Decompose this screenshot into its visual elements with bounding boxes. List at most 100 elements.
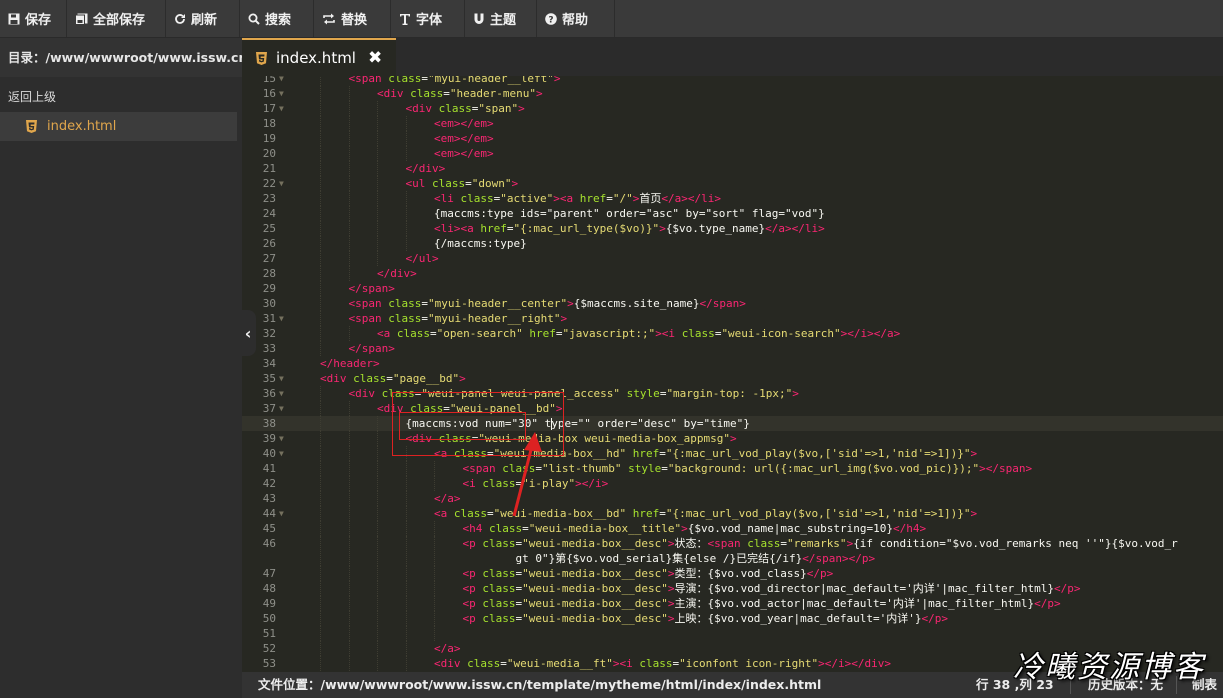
replace-button[interactable]: 替换 <box>314 0 391 37</box>
fold-arrow-icon[interactable]: ▼ <box>279 86 284 101</box>
file-item-index-html[interactable]: index.html <box>0 112 237 141</box>
code-line[interactable]: 32 <a class="open-search" href="javascrip… <box>242 326 1223 341</box>
code-line[interactable]: 49 <p class="weui-media-box__desc">主演：{$v… <box>242 596 1223 611</box>
code-line[interactable]: 29 </span> <box>242 281 1223 296</box>
indent-guide <box>405 596 408 611</box>
code-line[interactable]: 51 <box>242 626 1223 641</box>
code-line[interactable]: 25 <li><a href="{:mac_url_type($vo)}">{$v… <box>242 221 1223 236</box>
toolbar-button-label: 全部保存 <box>93 13 146 28</box>
code-line[interactable]: 24 {maccms:type ids="parent" order="asc" … <box>242 206 1223 221</box>
line-number: 46 <box>262 537 276 550</box>
code-token: gt 0"}第{$vo.vod_serial}集{else /}已完结{/if} <box>515 552 803 565</box>
indent-guide <box>348 161 351 176</box>
indent-guide <box>348 206 351 221</box>
save-all-button[interactable]: 全部保存 <box>67 0 166 37</box>
code-line[interactable]: 41 <span class="list-thumb" style="backgr… <box>242 461 1223 476</box>
refresh-button[interactable]: 刷新 <box>166 0 240 37</box>
code-line[interactable]: 47 <p class="weui-media-box__desc">类型：{$v… <box>242 566 1223 581</box>
code-line[interactable]: 34 </header> <box>242 356 1223 371</box>
code-line[interactable]: 22 ▼ <ul class="down"> <box>242 176 1223 191</box>
code-line[interactable]: 27 </ul> <box>242 251 1223 266</box>
code-line[interactable]: 40 ▼ <a class="weui-media-box__hd" href="{… <box>242 446 1223 461</box>
fold-arrow-icon[interactable]: ▼ <box>279 446 284 461</box>
fold-arrow-icon[interactable]: ▼ <box>279 101 284 116</box>
code-line[interactable]: 31 ▼ <span class="myui-header__right"> <box>242 311 1223 326</box>
code-line[interactable]: 39 ▼ <div class="weui-media-box weui-media… <box>242 431 1223 446</box>
code-token: {$maccms.site_name} <box>573 297 700 310</box>
code-line[interactable]: 21 </div> <box>242 161 1223 176</box>
fold-arrow-icon[interactable]: ▼ <box>279 371 284 386</box>
code-line[interactable]: 37 ▼ <div class="weui-panel__bd"> <box>242 401 1223 416</box>
code-token: </span></p> <box>802 552 876 565</box>
indent-guide <box>405 536 408 566</box>
code-token: "header-menu" <box>449 87 536 100</box>
indent-guide <box>405 611 408 626</box>
code-line[interactable]: 33 </span> <box>242 341 1223 356</box>
code-text: <em></em> <box>434 116 494 131</box>
indent-guide <box>434 536 436 566</box>
theme-button[interactable]: 主题 <box>465 0 537 37</box>
fold-arrow-icon[interactable]: ▼ <box>279 386 284 401</box>
fold-arrow-icon[interactable]: ▼ <box>279 506 284 521</box>
indent-guide <box>348 656 351 671</box>
font-icon <box>399 13 416 25</box>
code-token: 首页 <box>639 192 662 205</box>
code-line[interactable]: 20 <em></em> <box>242 146 1223 161</box>
line-number: 49 <box>262 597 276 610</box>
code-line[interactable]: 48 <p class="weui-media-box__desc">导演：{$v… <box>242 581 1223 596</box>
code-token: class <box>381 387 415 400</box>
search-button[interactable]: 搜索 <box>240 0 314 37</box>
indent-guide <box>377 596 379 611</box>
line-number: 17 <box>262 102 276 115</box>
code-text: <span class="list-thumb" style="backgrou… <box>463 461 1033 476</box>
font-button[interactable]: 字体 <box>391 0 465 37</box>
indent-guide <box>405 581 408 596</box>
code-token: 主演：{$vo.vod_actor|mac_default='内详'|mac_f… <box>674 597 1035 610</box>
code-token: class <box>489 522 523 535</box>
code-token: class <box>482 537 516 550</box>
indent-guide <box>348 326 351 341</box>
fold-arrow-icon[interactable]: ▼ <box>279 401 284 416</box>
code-line[interactable]: 45 <h4 class="weui-media-box__title">{$vo… <box>242 521 1223 536</box>
code-line[interactable]: 50 <p class="weui-media-box__desc">上映：{$v… <box>242 611 1223 626</box>
code-line[interactable]: 35 ▼ <div class="page__bd"> <box>242 371 1223 386</box>
code-token: "weui-media-box__desc" <box>522 567 668 580</box>
help-button[interactable]: ? 帮助 <box>537 0 615 37</box>
back-to-parent-link[interactable]: 返回上级 <box>0 82 242 112</box>
code-line[interactable]: 44 ▼ <a class="weui-media-box__bd" href="{… <box>242 506 1223 521</box>
tab-index-html[interactable]: index.html ✖ <box>242 38 396 76</box>
indent-guide <box>405 656 408 671</box>
code-line[interactable]: 43 </a> <box>242 491 1223 506</box>
code-line[interactable]: 16 ▼ <div class="header-menu"> <box>242 86 1223 101</box>
indent-guide <box>348 191 351 206</box>
code-line[interactable]: 26 {/maccms:type} <box>242 236 1223 251</box>
code-token: class <box>747 537 781 550</box>
toolbar-button-label: 主题 <box>490 13 517 28</box>
indent-guide <box>434 476 436 491</box>
code-line[interactable]: 18 <em></em> <box>242 116 1223 131</box>
fold-arrow-icon[interactable]: ▼ <box>279 311 284 326</box>
code-line[interactable]: 46 <p class="weui-media-box__desc">状态：<sp… <box>242 536 1223 566</box>
code-line[interactable]: 15 ▼ <span class="myui-header__left"> <box>242 76 1223 86</box>
close-icon[interactable]: ✖ <box>368 48 382 68</box>
indent-guide <box>348 461 351 476</box>
code-line[interactable]: 23 <li class="active"><a href="/">首页</a><… <box>242 191 1223 206</box>
collapse-sidebar-toggle[interactable]: ‹ <box>240 310 256 356</box>
fold-arrow-icon[interactable]: ▼ <box>279 176 284 191</box>
fold-arrow-icon[interactable]: ▼ <box>279 431 284 446</box>
fold-arrow-icon[interactable]: ▼ <box>279 76 284 86</box>
code-line[interactable]: 19 <em></em> <box>242 131 1223 146</box>
code-line[interactable]: 28 </div> <box>242 266 1223 281</box>
code-line[interactable]: 17 ▼ <div class="span"> <box>242 101 1223 116</box>
line-number: 42 <box>262 477 276 490</box>
html5-file-icon <box>26 120 37 133</box>
indent-guide <box>377 491 379 506</box>
code-line[interactable]: 30 <span class="myui-header__center">{$ma… <box>242 296 1223 311</box>
code-line[interactable]: 38 {maccms:vod num="30" type="" order="de… <box>242 416 1223 431</box>
code-editor[interactable]: 15 ▼ <span class="myui-header__left"> 16 ▼ <d… <box>242 76 1223 672</box>
code-line[interactable]: 36 ▼ <div class="weui-panel weui-panel_acc… <box>242 386 1223 401</box>
code-token: > <box>659 222 666 235</box>
code-token: = <box>421 312 428 325</box>
save-button[interactable]: 保存 <box>0 0 67 37</box>
code-line[interactable]: 42 <i class="i-play"></i> <box>242 476 1223 491</box>
